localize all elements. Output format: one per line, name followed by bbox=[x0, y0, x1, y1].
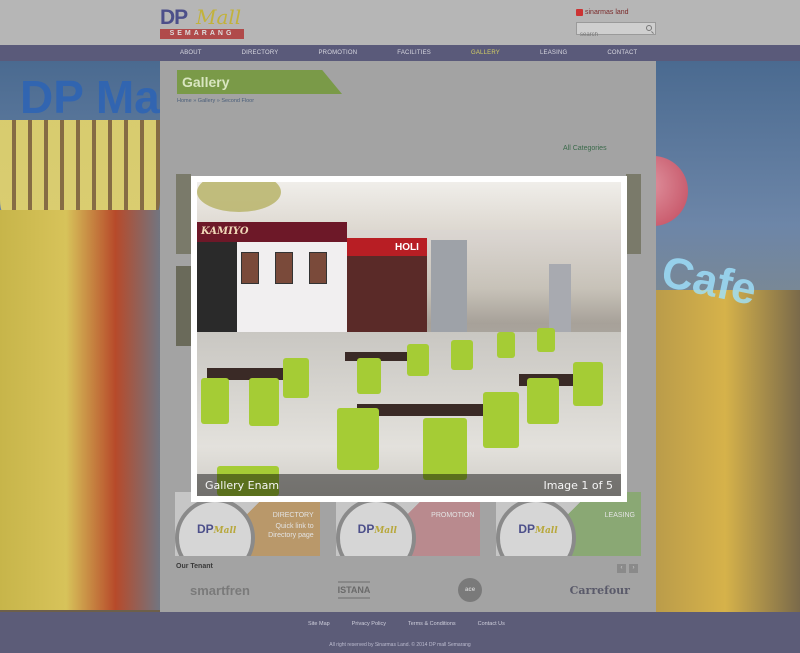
lightbox-caption: Gallery Enam bbox=[205, 478, 280, 492]
gallery-photo[interactable]: KAMIYO HOLI bbox=[197, 182, 621, 496]
photo-pillar bbox=[549, 264, 571, 334]
photo-poster bbox=[275, 252, 293, 284]
photo-chair bbox=[201, 378, 229, 424]
lightbox-caption-bar: Gallery Enam Image 1 of 5 bbox=[197, 474, 621, 496]
photo-chair bbox=[451, 340, 473, 370]
photo-chair bbox=[573, 362, 603, 406]
photo-stall-counter bbox=[197, 242, 237, 332]
lightbox-frame: KAMIYO HOLI Gallery Enam Image 1 of 5 bbox=[191, 176, 627, 502]
photo-chair bbox=[407, 344, 429, 376]
photo-chair bbox=[497, 332, 515, 358]
photo-chair bbox=[537, 328, 555, 352]
lightbox-counter: Image 1 of 5 bbox=[543, 478, 613, 492]
photo-chair bbox=[527, 378, 559, 424]
photo-chair bbox=[249, 378, 279, 426]
photo-chair bbox=[483, 392, 519, 448]
photo-chair bbox=[283, 358, 309, 398]
photo-chair bbox=[337, 408, 379, 470]
photo-chair bbox=[423, 418, 467, 480]
photo-food-stall: HOLI bbox=[347, 238, 427, 338]
photo-poster bbox=[309, 252, 327, 284]
lightbox-overlay[interactable]: KAMIYO HOLI Gallery Enam Image 1 of 5 bbox=[0, 0, 800, 653]
photo-poster bbox=[241, 252, 259, 284]
photo-stall-sign: KAMIYO bbox=[197, 222, 347, 242]
photo-chair bbox=[357, 358, 381, 394]
